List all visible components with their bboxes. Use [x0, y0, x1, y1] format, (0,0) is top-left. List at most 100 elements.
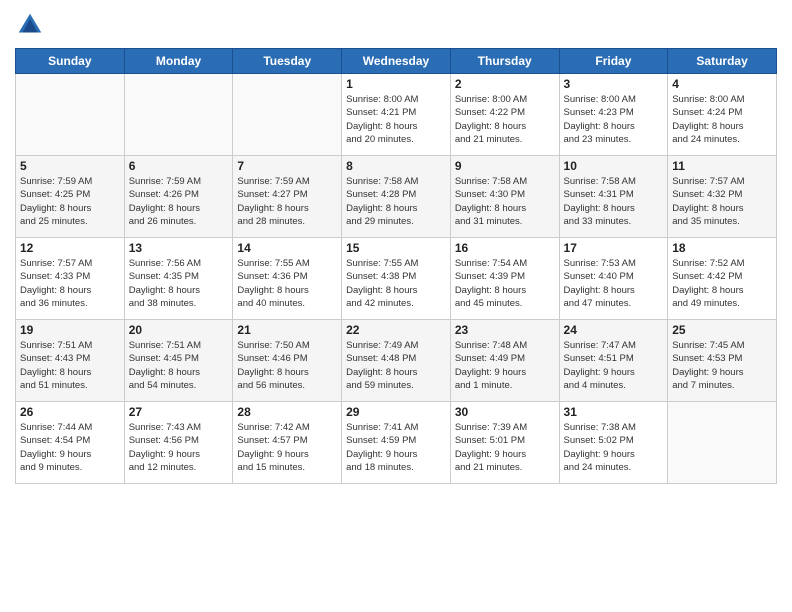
page-header	[15, 10, 777, 40]
day-info: Sunrise: 7:54 AM Sunset: 4:39 PM Dayligh…	[455, 257, 555, 310]
day-cell: 6 Sunrise: 7:59 AM Sunset: 4:26 PM Daylig…	[124, 156, 233, 238]
day-number: 31	[564, 405, 664, 419]
day-number: 13	[129, 241, 229, 255]
day-number: 24	[564, 323, 664, 337]
day-info: Sunrise: 7:55 AM Sunset: 4:38 PM Dayligh…	[346, 257, 446, 310]
day-number: 16	[455, 241, 555, 255]
day-cell: 30Sunrise: 7:39 AM Sunset: 5:01 PM Dayli…	[450, 402, 559, 484]
day-info: Sunrise: 7:49 AM Sunset: 4:48 PM Dayligh…	[346, 339, 446, 392]
day-number: 11	[672, 159, 772, 173]
day-number: 12	[20, 241, 120, 255]
day-number: 5	[20, 159, 120, 173]
day-number: 15	[346, 241, 446, 255]
day-info: Sunrise: 7:58 AM Sunset: 4:31 PM Dayligh…	[564, 175, 664, 228]
day-cell: 3 Sunrise: 8:00 AM Sunset: 4:23 PM Daylig…	[559, 74, 668, 156]
day-cell: 14 Sunrise: 7:55 AM Sunset: 4:36 PM Dayli…	[233, 238, 342, 320]
day-header-saturday: Saturday	[668, 49, 777, 74]
day-info: Sunrise: 7:58 AM Sunset: 4:28 PM Dayligh…	[346, 175, 446, 228]
day-cell	[668, 402, 777, 484]
day-cell: 2 Sunrise: 8:00 AM Sunset: 4:22 PM Daylig…	[450, 74, 559, 156]
day-cell: 29 Sunrise: 7:41 AM Sunset: 4:59 PM Dayli…	[342, 402, 451, 484]
day-info: Sunrise: 7:38 AM Sunset: 5:02 PM Dayligh…	[564, 421, 664, 474]
day-info: Sunrise: 7:47 AM Sunset: 4:51 PM Dayligh…	[564, 339, 664, 392]
day-header-sunday: Sunday	[16, 49, 125, 74]
day-cell: 15 Sunrise: 7:55 AM Sunset: 4:38 PM Dayli…	[342, 238, 451, 320]
day-info: Sunrise: 8:00 AM Sunset: 4:22 PM Dayligh…	[455, 93, 555, 146]
day-info: Sunrise: 7:53 AM Sunset: 4:40 PM Dayligh…	[564, 257, 664, 310]
day-number: 3	[564, 77, 664, 91]
day-cell: 28Sunrise: 7:42 AM Sunset: 4:57 PM Dayli…	[233, 402, 342, 484]
day-cell: 4 Sunrise: 8:00 AM Sunset: 4:24 PM Daylig…	[668, 74, 777, 156]
day-info: Sunrise: 7:42 AM Sunset: 4:57 PM Dayligh…	[237, 421, 337, 474]
calendar-header-row: SundayMondayTuesdayWednesdayThursdayFrid…	[16, 49, 777, 74]
day-info: Sunrise: 7:59 AM Sunset: 4:26 PM Dayligh…	[129, 175, 229, 228]
day-info: Sunrise: 7:57 AM Sunset: 4:33 PM Dayligh…	[20, 257, 120, 310]
day-info: Sunrise: 7:57 AM Sunset: 4:32 PM Dayligh…	[672, 175, 772, 228]
day-number: 19	[20, 323, 120, 337]
day-cell: 25Sunrise: 7:45 AM Sunset: 4:53 PM Dayli…	[668, 320, 777, 402]
day-cell: 31 Sunrise: 7:38 AM Sunset: 5:02 PM Dayli…	[559, 402, 668, 484]
day-info: Sunrise: 7:43 AM Sunset: 4:56 PM Dayligh…	[129, 421, 229, 474]
logo	[15, 10, 49, 40]
day-number: 30	[455, 405, 555, 419]
day-cell: 21 Sunrise: 7:50 AM Sunset: 4:46 PM Dayli…	[233, 320, 342, 402]
day-cell: 1Sunrise: 8:00 AM Sunset: 4:21 PM Daylig…	[342, 74, 451, 156]
day-info: Sunrise: 8:00 AM Sunset: 4:23 PM Dayligh…	[564, 93, 664, 146]
day-cell: 22 Sunrise: 7:49 AM Sunset: 4:48 PM Dayli…	[342, 320, 451, 402]
day-number: 25	[672, 323, 772, 337]
day-cell: 12 Sunrise: 7:57 AM Sunset: 4:33 PM Dayli…	[16, 238, 125, 320]
day-info: Sunrise: 7:52 AM Sunset: 4:42 PM Dayligh…	[672, 257, 772, 310]
day-info: Sunrise: 8:00 AM Sunset: 4:21 PM Dayligh…	[346, 93, 446, 146]
week-row-3: 12 Sunrise: 7:57 AM Sunset: 4:33 PM Dayli…	[16, 238, 777, 320]
day-info: Sunrise: 7:59 AM Sunset: 4:27 PM Dayligh…	[237, 175, 337, 228]
day-info: Sunrise: 7:44 AM Sunset: 4:54 PM Dayligh…	[20, 421, 120, 474]
day-cell: 26 Sunrise: 7:44 AM Sunset: 4:54 PM Dayli…	[16, 402, 125, 484]
day-number: 20	[129, 323, 229, 337]
day-info: Sunrise: 7:55 AM Sunset: 4:36 PM Dayligh…	[237, 257, 337, 310]
day-cell	[233, 74, 342, 156]
day-number: 8	[346, 159, 446, 173]
day-cell: 17 Sunrise: 7:53 AM Sunset: 4:40 PM Dayli…	[559, 238, 668, 320]
week-row-4: 19 Sunrise: 7:51 AM Sunset: 4:43 PM Dayli…	[16, 320, 777, 402]
day-number: 17	[564, 241, 664, 255]
day-info: Sunrise: 7:58 AM Sunset: 4:30 PM Dayligh…	[455, 175, 555, 228]
day-number: 4	[672, 77, 772, 91]
day-cell: 24 Sunrise: 7:47 AM Sunset: 4:51 PM Dayli…	[559, 320, 668, 402]
day-info: Sunrise: 7:56 AM Sunset: 4:35 PM Dayligh…	[129, 257, 229, 310]
day-number: 14	[237, 241, 337, 255]
day-cell: 19 Sunrise: 7:51 AM Sunset: 4:43 PM Dayli…	[16, 320, 125, 402]
day-number: 26	[20, 405, 120, 419]
day-number: 29	[346, 405, 446, 419]
day-cell: 13 Sunrise: 7:56 AM Sunset: 4:35 PM Dayli…	[124, 238, 233, 320]
day-number: 6	[129, 159, 229, 173]
day-cell	[124, 74, 233, 156]
day-cell: 16 Sunrise: 7:54 AM Sunset: 4:39 PM Dayli…	[450, 238, 559, 320]
day-number: 7	[237, 159, 337, 173]
day-info: Sunrise: 7:59 AM Sunset: 4:25 PM Dayligh…	[20, 175, 120, 228]
day-number: 23	[455, 323, 555, 337]
day-number: 21	[237, 323, 337, 337]
day-cell: 8 Sunrise: 7:58 AM Sunset: 4:28 PM Daylig…	[342, 156, 451, 238]
day-info: Sunrise: 7:51 AM Sunset: 4:43 PM Dayligh…	[20, 339, 120, 392]
day-cell: 7 Sunrise: 7:59 AM Sunset: 4:27 PM Daylig…	[233, 156, 342, 238]
day-cell: 5 Sunrise: 7:59 AM Sunset: 4:25 PM Daylig…	[16, 156, 125, 238]
day-cell: 9 Sunrise: 7:58 AM Sunset: 4:30 PM Daylig…	[450, 156, 559, 238]
day-info: Sunrise: 7:48 AM Sunset: 4:49 PM Dayligh…	[455, 339, 555, 392]
day-cell: 20 Sunrise: 7:51 AM Sunset: 4:45 PM Dayli…	[124, 320, 233, 402]
logo-icon	[15, 10, 45, 40]
day-header-tuesday: Tuesday	[233, 49, 342, 74]
day-info: Sunrise: 8:00 AM Sunset: 4:24 PM Dayligh…	[672, 93, 772, 146]
day-number: 2	[455, 77, 555, 91]
day-cell: 11 Sunrise: 7:57 AM Sunset: 4:32 PM Dayli…	[668, 156, 777, 238]
week-row-1: 1Sunrise: 8:00 AM Sunset: 4:21 PM Daylig…	[16, 74, 777, 156]
day-number: 9	[455, 159, 555, 173]
day-header-wednesday: Wednesday	[342, 49, 451, 74]
day-number: 27	[129, 405, 229, 419]
day-info: Sunrise: 7:50 AM Sunset: 4:46 PM Dayligh…	[237, 339, 337, 392]
calendar-table: SundayMondayTuesdayWednesdayThursdayFrid…	[15, 48, 777, 484]
day-info: Sunrise: 7:41 AM Sunset: 4:59 PM Dayligh…	[346, 421, 446, 474]
week-row-5: 26 Sunrise: 7:44 AM Sunset: 4:54 PM Dayli…	[16, 402, 777, 484]
day-info: Sunrise: 7:51 AM Sunset: 4:45 PM Dayligh…	[129, 339, 229, 392]
day-number: 22	[346, 323, 446, 337]
day-number: 10	[564, 159, 664, 173]
